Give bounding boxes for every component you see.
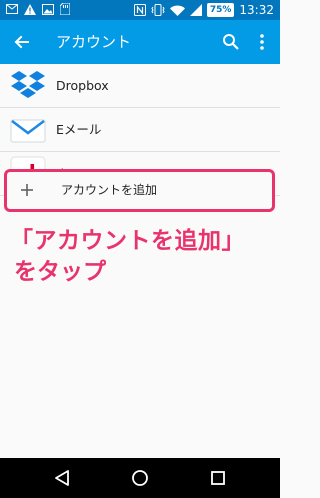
nav-home-button[interactable] <box>128 466 152 490</box>
status-bar: 75% 13:32 <box>0 0 280 20</box>
plus-icon <box>15 176 39 204</box>
navigation-bar <box>0 458 280 498</box>
battery-indicator: 75% <box>206 3 235 17</box>
system-icons: 75% 13:32 <box>133 2 274 18</box>
vibrate-icon <box>151 4 165 16</box>
more-vert-icon <box>260 34 264 50</box>
email-icon <box>9 112 47 148</box>
search-button[interactable] <box>218 29 244 55</box>
nav-recents-button[interactable] <box>206 466 230 490</box>
home-icon <box>132 470 148 486</box>
arrow-back-icon <box>14 35 29 49</box>
page-title: アカウント <box>56 33 132 51</box>
clock: 13:32 <box>239 3 274 17</box>
mail-icon <box>6 4 18 14</box>
recents-icon <box>211 471 225 485</box>
nfc-icon <box>133 4 146 16</box>
back-icon <box>55 470 69 486</box>
dropbox-icon <box>9 68 47 104</box>
more-options-button[interactable] <box>252 29 272 55</box>
notification-icons <box>6 3 70 15</box>
wifi-icon <box>169 5 185 16</box>
search-icon <box>223 34 239 50</box>
app-bar: アカウント <box>0 20 280 64</box>
image-icon <box>42 3 54 15</box>
sd-card-icon <box>60 3 70 15</box>
warning-icon <box>24 3 36 15</box>
add-account-label: アカウントを追加 <box>61 183 158 197</box>
add-account-button[interactable]: アカウントを追加 <box>4 169 275 212</box>
instruction-annotation-line2: をタップ <box>14 259 106 285</box>
back-button[interactable] <box>8 28 36 56</box>
signal-icon <box>189 4 202 16</box>
account-label: Dropbox <box>56 78 109 93</box>
nav-back-button[interactable] <box>50 466 74 490</box>
instruction-annotation-line1: 「アカウントを追加」 <box>10 228 245 254</box>
account-label: Eメール <box>56 122 102 137</box>
account-item-email[interactable]: Eメール <box>0 108 280 152</box>
account-item-dropbox[interactable]: Dropbox <box>0 64 280 108</box>
